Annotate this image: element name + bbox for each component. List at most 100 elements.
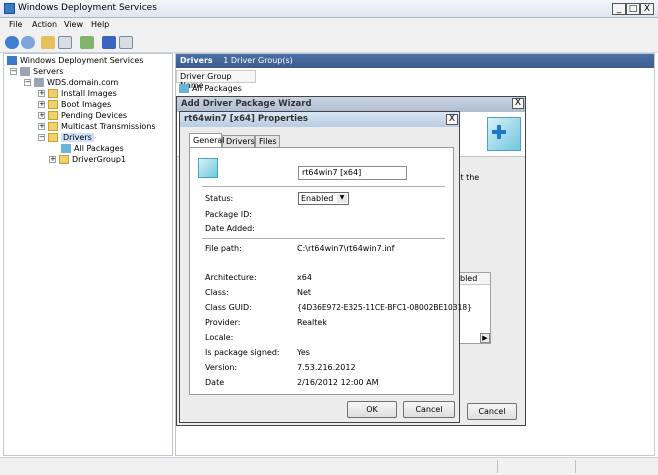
signed-value: Yes (297, 348, 310, 357)
tab-files[interactable]: Files (255, 135, 280, 147)
scroll-right-icon[interactable]: ▶ (480, 333, 490, 343)
provider-label: Provider: (205, 318, 241, 327)
menu-action[interactable]: Action (32, 20, 57, 29)
properties-dialog: rt64win7 [x64] Properties X General Driv… (179, 111, 472, 423)
ok-button[interactable]: OK (347, 401, 397, 418)
tree-drivers[interactable]: − Drivers (38, 133, 94, 142)
wds-icon (7, 56, 17, 65)
servers-icon (20, 67, 30, 76)
locale-label: Locale: (205, 333, 234, 342)
collapse-icon[interactable]: − (38, 134, 45, 141)
menu-view[interactable]: View (64, 20, 83, 29)
folder-icon (48, 111, 58, 120)
wizard-title-bar: Add Driver Package Wizard (177, 97, 525, 112)
date-label: Date (205, 378, 225, 387)
window-title: Windows Deployment Services (18, 3, 157, 13)
maximize-button[interactable]: □ (626, 3, 640, 15)
status-divider (575, 460, 576, 473)
tree-boot-images[interactable]: + Boot Images (38, 100, 111, 109)
date-added-label: Date Added: (205, 224, 255, 233)
class-guid-value: {4D36E972-E325-11CE-BFC1-08002BE10318} (297, 303, 472, 312)
show-hide-tree-icon[interactable] (58, 36, 72, 49)
export-icon[interactable] (80, 36, 94, 49)
status-bar (0, 457, 658, 475)
tree-servers[interactable]: − Servers (10, 67, 63, 76)
back-icon[interactable] (5, 36, 19, 49)
folder-icon (48, 89, 58, 98)
expand-icon[interactable]: + (49, 156, 56, 163)
architecture-label: Architecture: (205, 273, 257, 282)
tree-all-packages[interactable]: All Packages (61, 144, 124, 153)
tree-pending-devices[interactable]: + Pending Devices (38, 111, 127, 120)
cancel-button[interactable]: Cancel (403, 401, 455, 418)
folder-icon (48, 133, 58, 142)
menu-bar: File Action View Help (0, 18, 658, 33)
up-folder-icon[interactable] (41, 36, 55, 49)
collapse-icon[interactable]: − (10, 68, 17, 75)
pane-count: 1 Driver Group(s) (223, 56, 293, 65)
class-guid-label: Class GUID: (205, 303, 252, 312)
properties-title: rt64win7 [x64] Properties (184, 114, 308, 124)
title-bar: Windows Deployment Services _ □ X (0, 0, 658, 18)
driver-package-icon (179, 84, 189, 93)
folder-icon (48, 100, 58, 109)
wizard-list-column[interactable]: bled (458, 273, 490, 285)
folder-icon (48, 122, 58, 131)
expand-icon[interactable]: + (38, 90, 45, 97)
status-value: Enabled (301, 194, 334, 203)
expand-icon[interactable]: + (38, 123, 45, 130)
file-path-label: File path: (205, 244, 242, 253)
menu-help[interactable]: Help (91, 20, 109, 29)
expand-icon[interactable]: + (38, 101, 45, 108)
close-button[interactable]: X (640, 3, 654, 15)
tab-drivers[interactable]: Drivers (222, 135, 255, 147)
class-label: Class: (205, 288, 229, 297)
tree-root[interactable]: Windows Deployment Services (7, 56, 143, 65)
expand-icon[interactable]: + (38, 112, 45, 119)
driver-package-icon (61, 144, 71, 153)
version-label: Version: (205, 363, 238, 372)
wizard-cancel-button[interactable]: Cancel (467, 403, 517, 420)
class-value: Net (297, 288, 312, 297)
tree-drivergroup1[interactable]: + DriverGroup1 (49, 155, 126, 164)
app-icon (4, 3, 15, 14)
properties-close-button[interactable]: X (446, 114, 458, 125)
properties-title-bar: rt64win7 [x64] Properties (180, 112, 459, 127)
general-tab-panel: rt64win7 [x64] Status: Enabled ▼ Package… (189, 147, 472, 395)
pane-header: Drivers 1 Driver Group(s) (176, 54, 654, 68)
driver-package-icon (198, 158, 218, 178)
folder-icon (59, 155, 69, 164)
driver-wizard-icon (487, 117, 521, 151)
architecture-value: x64 (297, 273, 312, 282)
package-name-field[interactable]: rt64win7 [x64] (298, 166, 407, 180)
column-header[interactable]: Driver Group Name (176, 70, 256, 90)
file-path-value: C:\rt64win7\rt64win7.inf (297, 244, 395, 253)
separator (202, 238, 445, 239)
toolbar (0, 33, 658, 53)
tree-multicast[interactable]: + Multicast Transmissions (38, 122, 156, 131)
menu-file[interactable]: File (9, 20, 22, 29)
wizard-title: Add Driver Package Wizard (181, 99, 312, 109)
properties-icon[interactable] (119, 36, 133, 49)
console-tree: Windows Deployment Services − Servers − WD… (3, 53, 173, 456)
date-value: 2/16/2012 12:00 AM (297, 378, 379, 387)
minimize-button[interactable]: _ (612, 3, 626, 15)
version-value: 7.53.216.2012 (297, 363, 356, 372)
provider-value: Realtek (297, 318, 327, 327)
separator (202, 186, 445, 187)
collapse-icon[interactable]: − (24, 79, 31, 86)
server-icon (34, 78, 44, 87)
forward-icon[interactable] (21, 36, 35, 49)
help-icon[interactable] (102, 36, 116, 49)
tree-server[interactable]: − WDS.domain.com (24, 78, 118, 87)
tab-general[interactable]: General (189, 133, 225, 147)
list-item[interactable]: All Packages (179, 84, 242, 93)
package-id-label: Package ID: (205, 210, 252, 219)
signed-label: Is package signed: (205, 348, 280, 357)
status-dropdown[interactable]: Enabled ▼ (298, 192, 349, 205)
tree-install-images[interactable]: + Install Images (38, 89, 117, 98)
wizard-close-button[interactable]: X (512, 98, 524, 109)
status-divider (497, 460, 498, 473)
pane-title: Drivers (180, 56, 213, 65)
status-label: Status: (205, 194, 234, 203)
